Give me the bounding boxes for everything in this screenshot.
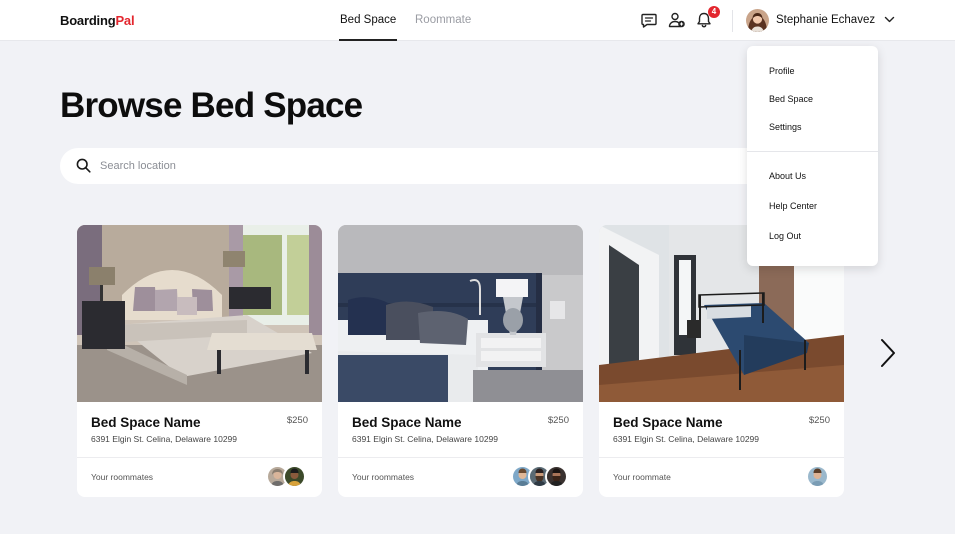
card-divider bbox=[599, 457, 844, 458]
roommates-label: Your roommates bbox=[352, 472, 415, 482]
card-divider bbox=[77, 457, 322, 458]
tab-roommate[interactable]: Roommate bbox=[415, 14, 471, 26]
menu-item-about-us[interactable]: About Us bbox=[769, 171, 806, 181]
bed-space-address: 6391 Elgin St. Celina, Delaware 10299 bbox=[91, 434, 238, 444]
notification-count-badge: 4 bbox=[708, 6, 720, 18]
roommates-label: Your roommates bbox=[91, 472, 154, 482]
bed-space-photo bbox=[77, 225, 322, 402]
bed-space-address: 6391 Elgin St. Celina, Delaware 10299 bbox=[613, 434, 760, 444]
tab-bed-space[interactable]: Bed Space bbox=[340, 14, 396, 26]
bed-space-price: $250 bbox=[547, 415, 569, 426]
app-logo[interactable]: BoardingPal bbox=[60, 13, 135, 28]
menu-divider bbox=[747, 151, 878, 152]
roommate-avatar[interactable] bbox=[283, 465, 306, 488]
menu-item-help-center[interactable]: Help Center bbox=[769, 201, 817, 211]
roommate-avatar[interactable] bbox=[545, 465, 568, 488]
bed-space-name: Bed Space Name bbox=[91, 415, 201, 430]
bed-space-price: $250 bbox=[808, 415, 830, 426]
user-name[interactable]: Stephanie Echavez bbox=[776, 14, 875, 26]
bed-space-address: 6391 Elgin St. Celina, Delaware 10299 bbox=[352, 434, 499, 444]
menu-item-log-out[interactable]: Log Out bbox=[769, 231, 801, 241]
search-input[interactable] bbox=[100, 156, 780, 176]
chevron-right-icon[interactable] bbox=[877, 338, 899, 368]
user-add-icon[interactable] bbox=[668, 11, 686, 29]
bed-space-price: $250 bbox=[286, 415, 308, 426]
user-avatar[interactable] bbox=[746, 9, 769, 32]
active-tab-indicator bbox=[339, 39, 397, 41]
roommates-label: Your roommate bbox=[613, 472, 671, 482]
chat-icon[interactable] bbox=[640, 11, 658, 29]
search-bar bbox=[60, 148, 860, 184]
menu-item-bed-space[interactable]: Bed Space bbox=[769, 94, 813, 104]
card-divider bbox=[338, 457, 583, 458]
search-icon bbox=[76, 158, 91, 173]
page-title: Browse Bed Space bbox=[60, 86, 363, 125]
menu-item-profile[interactable]: Profile bbox=[769, 66, 795, 76]
logo-text-accent: Pal bbox=[115, 13, 135, 28]
bed-space-card[interactable]: Bed Space Name $250 6391 Elgin St. Celin… bbox=[338, 225, 583, 497]
roommate-avatar[interactable] bbox=[806, 465, 829, 488]
top-navigation-bar: BoardingPal Bed Space Roommate 4 Stephan… bbox=[0, 0, 955, 41]
bed-space-card[interactable]: Bed Space Name $250 6391 Elgin St. Celin… bbox=[77, 225, 322, 497]
bed-space-name: Bed Space Name bbox=[613, 415, 723, 430]
header-divider bbox=[732, 10, 733, 32]
user-dropdown-menu: Profile Bed Space Settings About Us Help… bbox=[747, 46, 878, 266]
menu-item-settings[interactable]: Settings bbox=[769, 122, 802, 132]
bed-space-photo bbox=[338, 225, 583, 402]
bed-space-name: Bed Space Name bbox=[352, 415, 462, 430]
chevron-down-icon[interactable] bbox=[884, 14, 895, 25]
logo-text-main: Boarding bbox=[60, 13, 116, 28]
